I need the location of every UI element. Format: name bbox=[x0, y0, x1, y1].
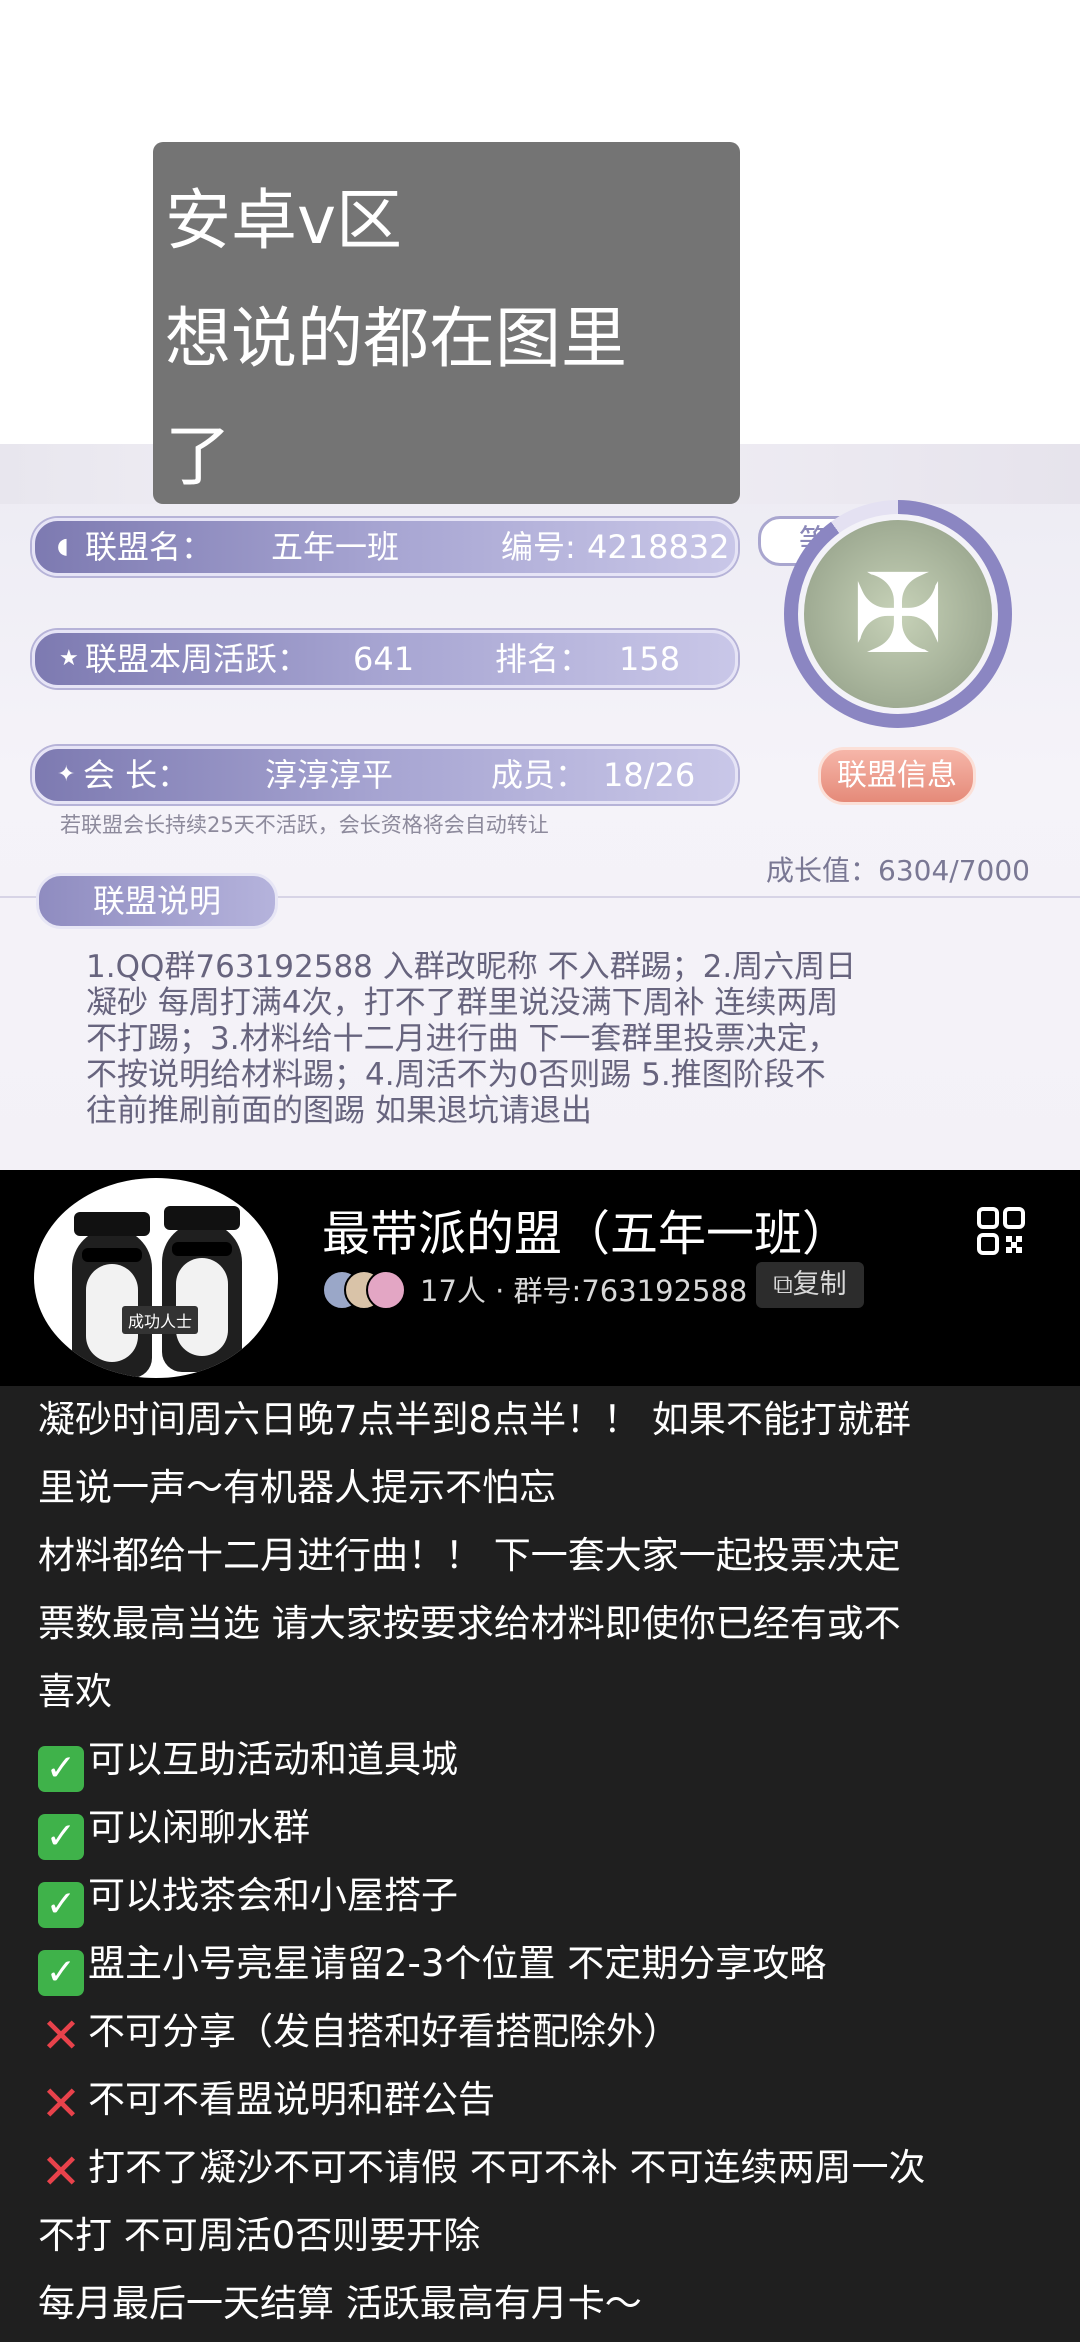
check-item-text: 可以闲聊水群 bbox=[88, 1806, 310, 1849]
notice-cross-item: ✕ 不可分享（发自搭和好看搭配除外） bbox=[38, 1998, 680, 2066]
group-announcement: 凝砂时间周六日晚7点半到8点半！！ 如果不能打就群 里说一声～有机器人提示不怕忘… bbox=[0, 1386, 1080, 2342]
caption-line: 想说的都在图里 bbox=[165, 300, 627, 377]
check-icon: ✓ bbox=[38, 1814, 84, 1860]
description-line: 不打踢；3.材料给十二月进行曲 下一套群里投票决定， bbox=[86, 1021, 839, 1057]
leader-warning: 若联盟会长持续25天不活跃，会长资格将会自动转让 bbox=[60, 813, 549, 837]
alliance-name-row: ◖ 联盟名： 五年一班 编号: 4218832 bbox=[32, 518, 738, 576]
cross-item-text: 不可不看盟说明和群公告 bbox=[88, 2078, 495, 2121]
notice-line: 喜欢 bbox=[38, 1670, 112, 1713]
notice-line: 凝砂时间周六日晚7点半到8点半！！ 如果不能打就群 bbox=[38, 1398, 911, 1441]
notice-check-item: ✓ 可以闲聊水群 bbox=[38, 1794, 310, 1862]
leader-label: 会 长： bbox=[83, 756, 190, 794]
sparkle-icon: ✦ bbox=[57, 762, 76, 787]
check-icon: ✓ bbox=[38, 1746, 84, 1792]
rank-value: 158 bbox=[619, 640, 681, 678]
members-label: 成员： bbox=[491, 756, 588, 794]
description-line: 往前推刷前面的图踢 如果退坑请退出 bbox=[86, 1093, 592, 1129]
penguin-icon bbox=[162, 1206, 242, 1372]
group-title: 最带派的盟（五年一班） bbox=[322, 1206, 851, 1262]
notice-line: 材料都给十二月进行曲！！ 下一套大家一起投票决定 bbox=[38, 1534, 901, 1577]
members-value: 18/26 bbox=[603, 756, 696, 794]
weekly-active-row: ★ 联盟本周活跃： 641 排名： 158 bbox=[32, 630, 738, 688]
alliance-name-label: 联盟名： bbox=[85, 528, 214, 566]
growth-value: 成长值：6304/7000 bbox=[766, 854, 1030, 887]
weekly-active-label: 联盟本周活跃： bbox=[85, 640, 310, 678]
description-line: 不按说明给材料踢；4.周活不为0否则踢 5.推图阶段不 bbox=[86, 1057, 826, 1093]
alliance-panel: ◖ 联盟名： 五年一班 编号: 4218832 等级4 ★ 联盟本周活跃： 64… bbox=[0, 444, 1080, 1170]
description-line: 1.QQ群763192588 入群改昵称 不入群踢；2.周六周日 bbox=[86, 949, 857, 985]
notice-check-item: ✓ 可以互助活动和道具城 bbox=[38, 1726, 458, 1794]
qr-code-icon[interactable] bbox=[976, 1206, 1026, 1256]
notice-line: 每月最后一天结算 活跃最高有月卡～ bbox=[38, 2282, 642, 2325]
alliance-name: 五年一班 bbox=[271, 528, 400, 566]
alliance-id: 4218832 bbox=[587, 528, 730, 566]
cross-icon: ✕ bbox=[40, 2076, 82, 2132]
group-meta: 17人 · 群号:763192588 bbox=[420, 1274, 748, 1308]
caption-box: 安卓v区 想说的都在图里 了 bbox=[153, 142, 740, 504]
check-item-text: 可以互助活动和道具城 bbox=[88, 1738, 458, 1781]
emblem-cross-icon: ✠ bbox=[851, 550, 945, 678]
leader-row: ✦ 会 长： 淳淳淳平 成员： 18/26 bbox=[32, 746, 738, 804]
cross-item-text: 不可分享（发自搭和好看搭配除外） bbox=[88, 2010, 680, 2053]
notice-line: 里说一声～有机器人提示不怕忘 bbox=[38, 1466, 556, 1509]
penguin-icon bbox=[72, 1212, 152, 1378]
copy-button[interactable]: ⧉复制 bbox=[756, 1262, 864, 1308]
avatar-tag: 成功人士 bbox=[122, 1306, 199, 1334]
cross-icon: ✕ bbox=[40, 2144, 82, 2200]
rank-label: 排名： bbox=[495, 640, 592, 678]
leader-name: 淳淳淳平 bbox=[265, 756, 394, 794]
copy-label: 复制 bbox=[792, 1269, 847, 1300]
member-avatars bbox=[322, 1270, 412, 1310]
notice-line: 不打 不可周活0否则要开除 bbox=[38, 2214, 481, 2257]
group-header: 成功人士 最带派的盟（五年一班） 17人 · 群号:763192588 ⧉复制 bbox=[0, 1170, 1080, 1386]
caption-line: 了 bbox=[165, 418, 231, 495]
alliance-description: 1.QQ群763192588 入群改昵称 不入群踢；2.周六周日 凝砂 每周打满… bbox=[86, 949, 996, 1129]
notice-check-item: ✓ 盟主小号亮星请留2-3个位置 不定期分享攻略 bbox=[38, 1930, 826, 1998]
alliance-emblem: ✠ bbox=[798, 514, 998, 714]
group-avatar[interactable]: 成功人士 bbox=[34, 1178, 278, 1378]
description-line: 凝砂 每周打满4次，打不了群里说没满下周补 连续两周 bbox=[86, 985, 839, 1021]
cross-icon: ✕ bbox=[40, 2008, 82, 2064]
check-item-text: 可以找茶会和小屋搭子 bbox=[88, 1874, 458, 1917]
notice-line: 票数最高当选 请大家按要求给材料即使你已经有或不 bbox=[38, 1602, 901, 1645]
weekly-active-value: 641 bbox=[353, 640, 415, 678]
notice-cross-item: ✕ 打不了凝沙不可不请假 不可不补 不可连续两周一次 bbox=[38, 2134, 926, 2202]
description-tab[interactable]: 联盟说明 bbox=[36, 873, 278, 929]
copy-icon: ⧉ bbox=[773, 1269, 793, 1300]
check-icon: ✓ bbox=[38, 1950, 84, 1996]
alliance-info-button[interactable]: 联盟信息 bbox=[818, 747, 976, 805]
member-avatar bbox=[366, 1270, 406, 1310]
notice-check-item: ✓ 可以找茶会和小屋搭子 bbox=[38, 1862, 458, 1930]
bookmark-icon: ◖ bbox=[57, 534, 69, 559]
alliance-id-label: 编号: bbox=[501, 528, 576, 566]
notice-cross-item: ✕ 不可不看盟说明和群公告 bbox=[38, 2066, 495, 2134]
check-item-text: 盟主小号亮星请留2-3个位置 不定期分享攻略 bbox=[88, 1942, 827, 1985]
cross-item-text: 打不了凝沙不可不请假 不可不补 不可连续两周一次 bbox=[88, 2146, 926, 2189]
check-icon: ✓ bbox=[38, 1882, 84, 1928]
caption-line: 安卓v区 bbox=[165, 182, 403, 259]
star-icon: ★ bbox=[59, 646, 79, 671]
